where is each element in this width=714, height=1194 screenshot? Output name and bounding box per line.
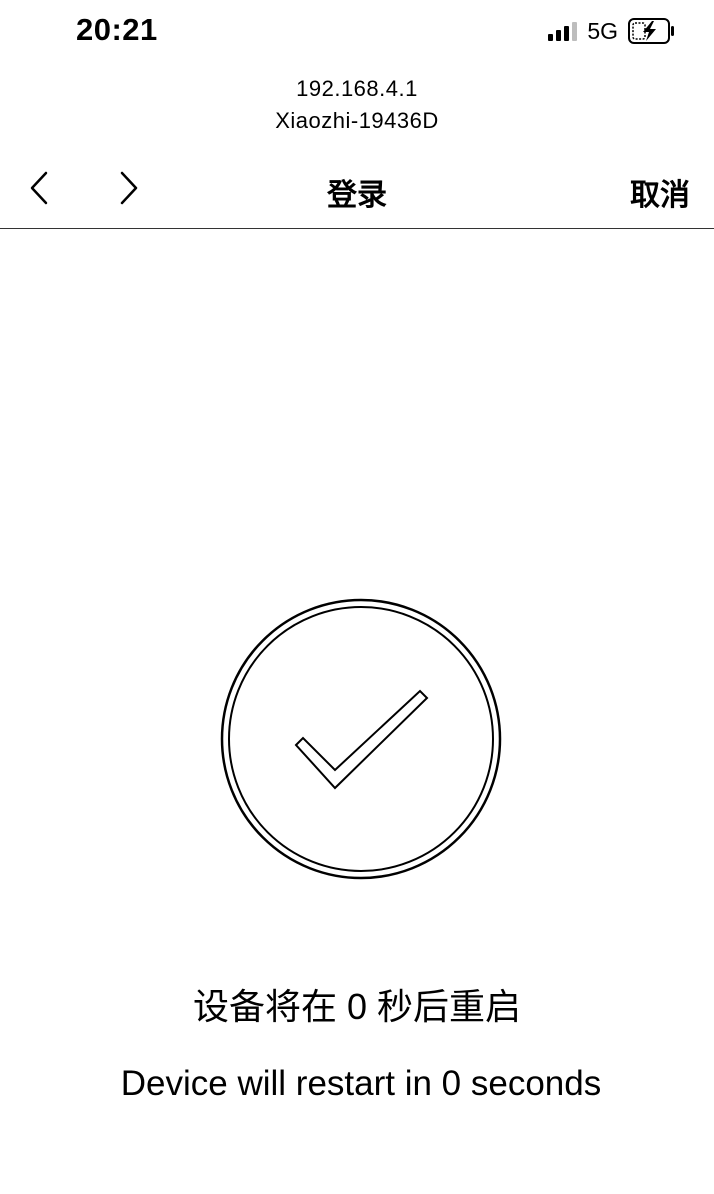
network-ssid: Xiaozhi-19436D	[275, 108, 439, 133]
status-indicators: 5G	[548, 16, 676, 46]
status-bar: 20:21 5G	[0, 0, 714, 62]
page-title: 登录	[327, 179, 387, 212]
check-circle-icon	[220, 598, 502, 880]
chevron-left-icon[interactable]	[26, 168, 56, 208]
address-block: 192.168.4.1 Xiaozhi-19436D	[0, 73, 714, 137]
network-type-label: 5G	[587, 17, 618, 44]
restart-message-cn: 设备将在 0 秒后重启	[192, 986, 522, 1027]
battery-charging-icon	[628, 18, 674, 44]
chevron-right-icon[interactable]	[114, 168, 144, 208]
host-address: 192.168.4.1	[296, 76, 418, 101]
restart-message-en: Device will restart in 0 seconds	[120, 1064, 602, 1103]
nav-bar: 登录 取消	[0, 150, 714, 229]
cellular-signal-icon	[548, 21, 578, 41]
cancel-button[interactable]: 取消	[630, 170, 690, 214]
status-time: 20:21	[76, 12, 158, 47]
